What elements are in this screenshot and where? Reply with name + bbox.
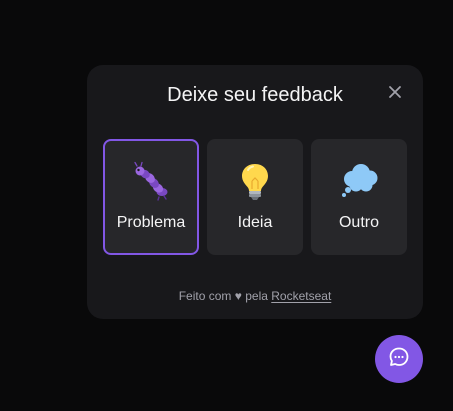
- option-label: Outro: [338, 214, 379, 231]
- footer-middle: pela: [245, 289, 268, 303]
- option-label: Problema: [116, 214, 186, 231]
- option-label: Ideia: [237, 214, 273, 231]
- bug-icon: [131, 161, 171, 201]
- footer-prefix: Feito com: [178, 289, 232, 303]
- option-ideia[interactable]: Ideia: [207, 139, 303, 255]
- close-icon: [387, 84, 403, 105]
- feedback-type-options: Problema Ideia Outro: [103, 139, 407, 255]
- option-outro[interactable]: Outro: [311, 139, 407, 255]
- feedback-widget: Deixe seu feedback Problema Ideia Outro …: [87, 65, 423, 319]
- chat-icon: [387, 345, 411, 374]
- thought-bubble-icon: [339, 161, 379, 201]
- option-problema[interactable]: Problema: [103, 139, 199, 255]
- lightbulb-icon: [235, 161, 275, 201]
- rocketseat-link[interactable]: Rocketseat: [271, 289, 331, 303]
- heart-icon: ♥: [234, 289, 242, 303]
- footer: Feito com ♥ pela Rocketseat: [87, 289, 423, 303]
- widget-title: Deixe seu feedback: [167, 84, 343, 106]
- feedback-toggle-button[interactable]: [375, 335, 423, 383]
- close-button[interactable]: [383, 82, 407, 106]
